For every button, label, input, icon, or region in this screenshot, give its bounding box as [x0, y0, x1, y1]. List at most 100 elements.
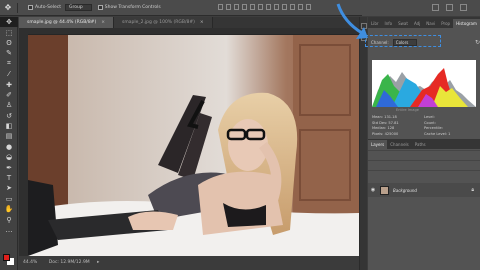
blur-tool-icon[interactable]: ●	[0, 142, 18, 152]
dodge-tool-icon[interactable]: ◒	[0, 152, 18, 162]
align-right-icon[interactable]	[234, 4, 239, 10]
distribute-middle-icon[interactable]	[274, 4, 279, 10]
tab-adjustments[interactable]: Adj	[411, 19, 423, 28]
shape-tool-icon[interactable]: ▭	[0, 194, 18, 204]
layer-filter-row[interactable]	[368, 150, 480, 159]
show-transform-checkbox[interactable]	[97, 5, 103, 10]
panel-icon-strip	[359, 17, 367, 270]
marquee-tool-icon[interactable]: ⬚	[0, 27, 18, 37]
distribute-center-icon[interactable]	[298, 4, 303, 10]
tab-channels[interactable]: Channels	[387, 140, 412, 149]
tab-label: smaple.jpg @ 44.4% (RGB/8#)	[27, 20, 97, 25]
pen-tool-icon[interactable]: ✒	[0, 162, 18, 172]
eraser-tool-icon[interactable]: ◧	[0, 121, 18, 131]
layer-thumbnail	[380, 185, 389, 195]
stat-median-value: 128	[387, 126, 395, 130]
tab-navigator[interactable]: Navi	[423, 19, 438, 28]
auto-select-dropdown[interactable]: Group	[65, 4, 92, 11]
search-icon[interactable]	[446, 4, 453, 11]
lasso-tool-icon[interactable]: ʘ	[0, 38, 18, 48]
distribute-top-icon[interactable]	[266, 4, 271, 10]
align-bottom-icon[interactable]	[258, 4, 263, 10]
histogram-source: Entire Image	[396, 108, 419, 112]
gradient-tool-icon[interactable]: ▤	[0, 131, 18, 141]
visibility-eye-icon[interactable]: ◉	[368, 187, 378, 193]
zoom-tool-icon[interactable]: ⚲	[0, 214, 18, 224]
distribute-left-icon[interactable]	[290, 4, 295, 10]
stat-cache-label: Cache Level:	[424, 131, 448, 136]
path-select-icon[interactable]: ➤	[0, 183, 18, 193]
workspace-area	[362, 0, 480, 16]
distribute-right-icon[interactable]	[306, 4, 311, 10]
stats-left: Mean: 131.18 Std Dev: 57.81 Median: 128 …	[372, 115, 399, 137]
move-tool-icon[interactable]: ✥	[3, 3, 13, 13]
tab-smaple-2[interactable]: smaple_2.jpg @ 100% (RGB/8#) ×	[113, 17, 213, 28]
tab-histogram[interactable]: Histogram	[453, 19, 480, 28]
status-bar: 44.4% Doc: 12.9M/12.9M ▸	[19, 256, 359, 270]
layer-name: Background	[393, 187, 417, 193]
histogram-panel-tabs: Libr Info Swat Adj Navi Prop Histogram	[368, 17, 480, 28]
align-top-icon[interactable]	[242, 4, 247, 10]
auto-select-checkbox[interactable]	[28, 5, 33, 10]
zoom-level[interactable]: 44.4%	[23, 260, 37, 265]
tab-smaple[interactable]: smaple.jpg @ 44.4% (RGB/8#) ×	[19, 17, 114, 28]
stat-pixels-value: 425000	[384, 131, 399, 136]
align-buttons	[218, 4, 311, 10]
tools-panel: ✥ ⬚ ʘ ✎ ⌗ ⁄ ✚ ✐ ♙ ↺ ◧ ▤ ● ◒ ✒ T ➤ ▭ ✋ ⚲ …	[0, 17, 18, 270]
horizontal-ruler	[28, 28, 359, 35]
layers-panel-tabs: Layers Channels Paths	[368, 139, 480, 149]
tab-swatches[interactable]: Swat	[395, 19, 411, 28]
more-tools-icon[interactable]: …	[0, 225, 18, 235]
auto-select-label: Auto-Select	[35, 5, 62, 10]
status-menu-arrow-icon[interactable]: ▸	[97, 260, 99, 265]
stat-percentile-label: Percentile:	[424, 126, 443, 130]
tab-properties[interactable]: Prop	[438, 19, 453, 28]
eyedropper-tool-icon[interactable]: ⁄	[0, 69, 18, 79]
tab-info[interactable]: Info	[382, 19, 396, 28]
crop-tool-icon[interactable]: ⌗	[0, 59, 18, 69]
brush-tool-icon[interactable]: ✐	[0, 90, 18, 100]
vertical-ruler	[19, 28, 28, 256]
quick-select-tool-icon[interactable]: ✎	[0, 48, 18, 58]
tab-layers[interactable]: Layers	[368, 140, 388, 149]
align-middle-icon[interactable]	[250, 4, 255, 10]
clone-stamp-icon[interactable]: ♙	[0, 100, 18, 110]
right-panel: Libr Info Swat Adj Navi Prop Histogram C…	[368, 17, 480, 270]
stat-stddev-value: 57.81	[388, 120, 399, 125]
history-brush-icon[interactable]: ↺	[0, 111, 18, 121]
move-tool-icon[interactable]: ✥	[0, 17, 18, 28]
doc-size: Doc: 12.9M/12.9M	[48, 260, 90, 265]
stat-median-label: Median:	[372, 126, 387, 130]
tab-label: smaple_2.jpg @ 100% (RGB/8#)	[121, 20, 195, 25]
distribute-bottom-icon[interactable]	[282, 4, 287, 10]
foreground-color-swatch[interactable]	[3, 254, 10, 261]
close-icon[interactable]: ×	[101, 20, 105, 25]
photo-image	[28, 35, 359, 256]
arrange-icon[interactable]	[460, 4, 467, 11]
tab-paths[interactable]: Paths	[412, 140, 429, 149]
stat-pixels-label: Pixels:	[372, 131, 384, 136]
workspace-icon[interactable]	[432, 4, 439, 11]
align-center-icon[interactable]	[226, 4, 231, 10]
document-tabs: smaple.jpg @ 44.4% (RGB/8#) × smaple_2.jp…	[19, 17, 359, 28]
healing-brush-icon[interactable]: ✚	[0, 79, 18, 89]
show-transform-label: Show Transform Controls	[104, 5, 161, 10]
refresh-icon[interactable]: ↻	[475, 39, 480, 46]
stat-count-label: Count:	[424, 120, 436, 125]
stat-mean-label: Mean:	[372, 115, 384, 119]
stat-cache-value: 1	[448, 131, 451, 136]
lock-icon: 🔒︎	[471, 187, 474, 193]
highlight-box	[365, 35, 441, 47]
histogram-graph	[372, 60, 476, 107]
type-tool-icon[interactable]: T	[0, 173, 18, 183]
stat-stddev-label: Std Dev:	[372, 120, 388, 125]
document-canvas[interactable]	[28, 35, 359, 256]
align-left-icon[interactable]	[218, 4, 223, 10]
divider	[17, 2, 18, 13]
layer-row-background[interactable]: ◉ Background 🔒︎	[368, 183, 480, 197]
hand-tool-icon[interactable]: ✋	[0, 204, 18, 214]
annotation-arrow	[336, 3, 368, 39]
lock-row[interactable]	[368, 170, 480, 179]
close-icon[interactable]: ×	[200, 20, 204, 25]
blend-mode-row[interactable]	[368, 160, 480, 169]
